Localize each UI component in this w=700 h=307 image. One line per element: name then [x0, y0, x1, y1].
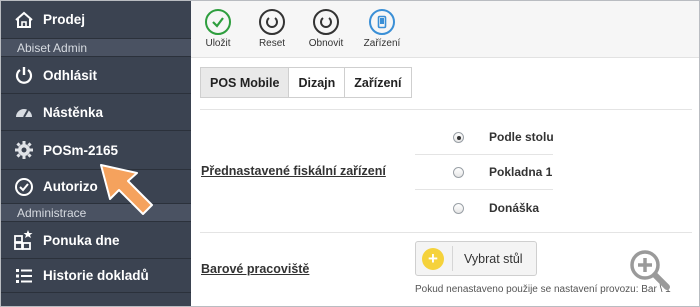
save-button[interactable]: Uložit	[192, 9, 244, 49]
list-icon	[13, 265, 35, 287]
radio-button[interactable]	[453, 166, 464, 178]
select-table-button[interactable]: + Vybrat stůl	[415, 241, 537, 276]
gear-icon	[13, 139, 35, 161]
sidebar: Prodej Abiset Admin Odhlásit Nástěnka PO…	[1, 1, 191, 306]
sidebar-item-label: Odhlásit	[43, 67, 98, 83]
zoom-in-icon[interactable]	[628, 248, 672, 292]
tab-dizajn[interactable]: Dizajn	[288, 67, 345, 98]
radio-option-pokladna-1[interactable]: Pokladna 1	[453, 165, 552, 179]
app-window: Prodej Abiset Admin Odhlásit Nástěnka PO…	[0, 0, 700, 307]
radio-option-donaska[interactable]: Donáška	[453, 201, 539, 215]
power-icon	[13, 64, 35, 86]
main-content: POS Mobile Dizajn Zařízení Přednastavené…	[191, 58, 699, 306]
sidebar-item-historie-dokladu[interactable]: Historie dokladů	[1, 259, 191, 293]
sidebar-item-label: Ponuka dne	[43, 232, 120, 248]
tab-pos-mobile[interactable]: POS Mobile	[200, 67, 289, 98]
refresh-icon	[313, 9, 339, 35]
radio-button[interactable]	[453, 202, 464, 214]
sidebar-item-label: Historie dokladů	[43, 268, 149, 283]
home-icon	[13, 9, 35, 31]
sidebar-item-label: Prodej	[43, 12, 86, 27]
tab-bar: POS Mobile Dizajn Zařízení	[200, 67, 412, 98]
check-circle-icon	[13, 176, 35, 198]
refresh-icon	[259, 9, 285, 35]
devices-button[interactable]: Zařízení	[356, 9, 408, 49]
fiscal-device-label: Přednastavené fiskální zařízení	[201, 164, 386, 178]
divider	[415, 189, 553, 190]
divider	[415, 154, 553, 155]
sidebar-item-prodej[interactable]: Prodej	[1, 1, 191, 39]
refresh-button[interactable]: Obnovit	[300, 9, 352, 49]
radio-option-podle-stolu[interactable]: Podle stolu	[453, 130, 554, 144]
device-icon	[369, 9, 395, 35]
sidebar-item-odhlasit[interactable]: Odhlásit	[1, 57, 191, 94]
toolbar: Uložit Reset Obnovit Zařízení	[191, 1, 699, 58]
sidebar-item-posm[interactable]: POSm-2165	[1, 131, 191, 170]
pointer-arrow-icon	[100, 164, 153, 215]
sidebar-item-label: Nástěnka	[43, 104, 104, 120]
button-separator	[452, 246, 453, 271]
bar-workplace-label: Barové pracoviště	[201, 262, 310, 276]
sidebar-item-label: POSm-2165	[43, 142, 119, 158]
divider	[200, 109, 692, 110]
plus-icon: +	[422, 247, 444, 270]
sidebar-item-autorizo[interactable]: Autorizo	[1, 170, 191, 204]
check-icon	[205, 9, 231, 35]
radio-button[interactable]	[453, 131, 464, 143]
divider	[200, 232, 692, 233]
dashboard-icon	[13, 101, 35, 123]
sidebar-section-administrace: Administrace	[1, 204, 191, 222]
tab-zarizeni[interactable]: Zařízení	[344, 67, 412, 98]
sidebar-item-nastenka[interactable]: Nástěnka	[1, 94, 191, 131]
reset-button[interactable]: Reset	[246, 9, 298, 49]
sidebar-item-ponuka-dne[interactable]: Ponuka dne	[1, 222, 191, 259]
sidebar-item-label: Autorizo	[43, 179, 98, 194]
blocks-star-icon	[13, 229, 35, 251]
sidebar-section-abiset-admin: Abiset Admin	[1, 39, 191, 57]
